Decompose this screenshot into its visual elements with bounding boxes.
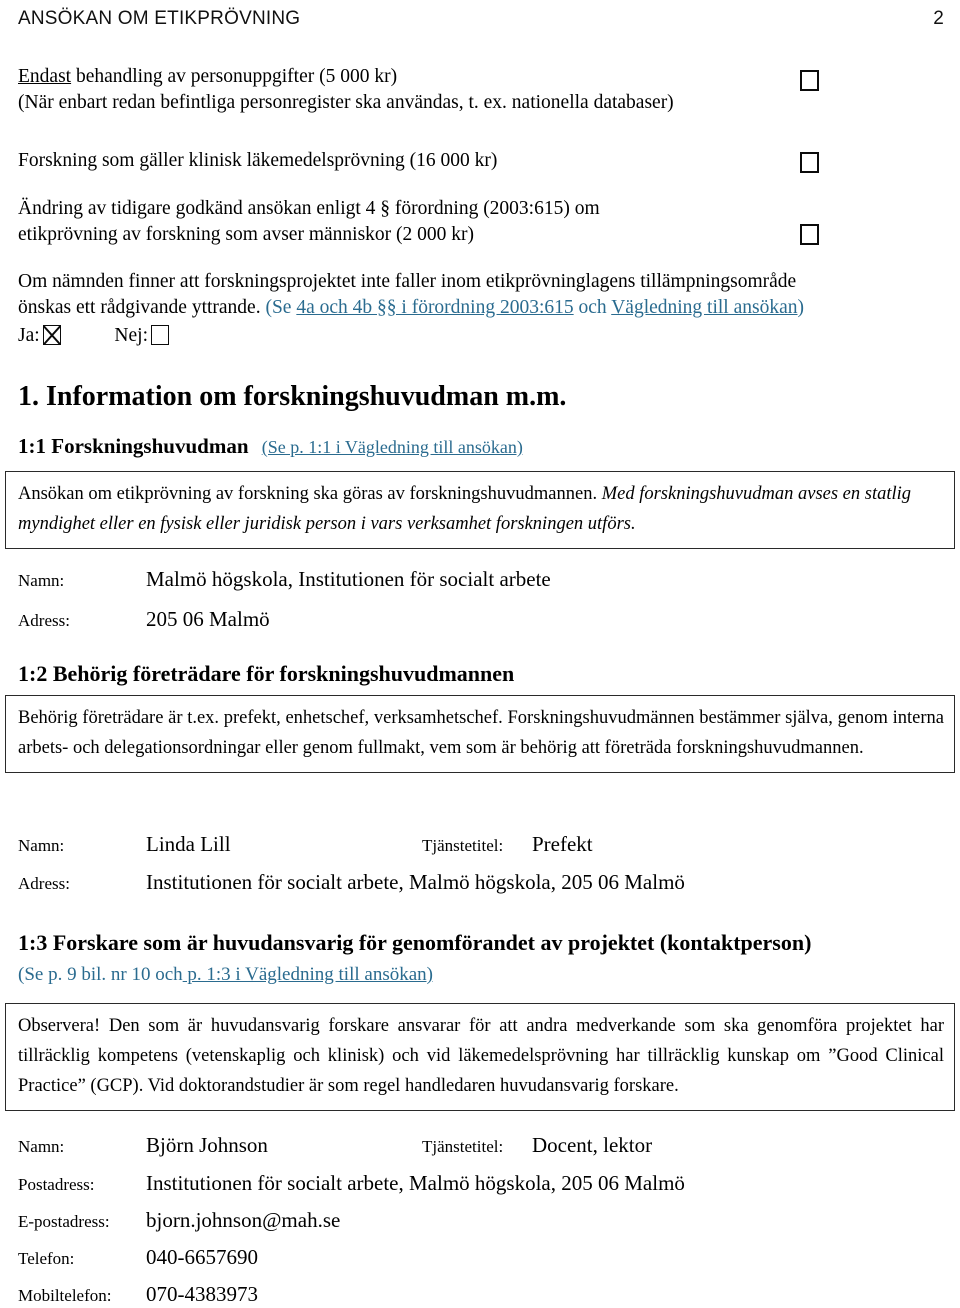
- advisory-line-2: önskas ett rådgivande yttrande. (Se 4a o…: [18, 295, 804, 321]
- section-1-3-reference-row: (Se p. 9 bil. nr 10 och p. 1:3 i Vägledn…: [18, 964, 433, 986]
- section-1-1-note-part1: Ansökan om etikprövning av forskning ska…: [18, 484, 598, 504]
- section-1-2-note: Behörig företrädare är t.ex. prefekt, en…: [18, 708, 944, 758]
- field-value-namn[interactable]: Malmö högskola, Institutionen för social…: [146, 566, 551, 592]
- field-row-huvudman-namn: Namn: Malmö högskola, Institutionen för …: [18, 566, 551, 593]
- field-value-mobiltelefon[interactable]: 070-4383973: [146, 1281, 258, 1307]
- field-row-mobiltelefon: Mobiltelefon: 070-4383973: [18, 1281, 258, 1308]
- checkbox-personuppgifter[interactable]: [800, 70, 819, 91]
- field-value-telefon[interactable]: 040-6657690: [146, 1244, 258, 1270]
- field-label-namn: Namn:: [18, 571, 65, 590]
- field-value-tjanstetitel[interactable]: Prefekt: [532, 831, 593, 857]
- field-value-namn[interactable]: Linda Lill: [146, 831, 422, 857]
- section-1-1-reference-link[interactable]: (Se p. 1:1 i Vägledning till ansökan): [262, 437, 523, 457]
- field-row-forskare-namn: Namn: Björn Johnson Tjänstetitel: Docent…: [18, 1132, 652, 1159]
- section-1-3-note-box: Observera! Den som är huvudansvarig fors…: [5, 1003, 955, 1111]
- field-row-foretradare-namn: Namn: Linda Lill Tjänstetitel: Prefekt: [18, 831, 593, 858]
- field-row-huvudman-adress: Adress: 205 06 Malmö: [18, 606, 270, 633]
- section-1-3-note: Observera! Den som är huvudansvarig fors…: [18, 1016, 944, 1096]
- advisory-yes-label: Ja:: [18, 325, 40, 346]
- field-label-telefon: Telefon:: [18, 1249, 75, 1268]
- field-row-foretradare-adress: Adress: Institutionen för socialt arbete…: [18, 869, 685, 896]
- advisory-no-label: Nej:: [114, 325, 148, 346]
- field-value-namn[interactable]: Björn Johnson: [146, 1132, 422, 1158]
- advisory-ref-close: ): [797, 297, 805, 318]
- field-label-postadress: Postadress:: [18, 1175, 95, 1194]
- field-value-adress[interactable]: 205 06 Malmö: [146, 606, 270, 632]
- advisory-line-1: Om nämnden finner att forskningsprojekte…: [18, 271, 797, 292]
- advisory-answer-row: Ja: Nej:: [18, 323, 804, 349]
- checkbox-nej[interactable]: [151, 325, 169, 345]
- field-label-tjanstetitel: Tjänstetitel:: [422, 1137, 504, 1156]
- section-1-3-reference-link[interactable]: p. 1:3 i Vägledning till ansökan): [183, 964, 433, 985]
- fee-option-personuppgifter: Endast behandling av personuppgifter (5 …: [18, 64, 674, 116]
- fee-option-subline: (När enbart redan befintliga personregis…: [18, 92, 674, 113]
- fee-option-line: Ändring av tidigare godkänd ansökan enli…: [18, 198, 600, 219]
- field-row-postadress: Postadress: Institutionen för socialt ar…: [18, 1170, 685, 1197]
- advisory-block: Om nämnden finner att forskningsprojekte…: [18, 269, 804, 349]
- field-label-namn: Namn:: [18, 836, 65, 855]
- section-1-3-heading: 1:3 Forskare som är huvudansvarig för ge…: [18, 930, 812, 955]
- document-page: ANSÖKAN OM ETIKPRÖVNING 2 Endast behandl…: [0, 0, 960, 1306]
- field-label-epostadress: E-postadress:: [18, 1212, 110, 1231]
- field-label-mobiltelefon: Mobiltelefon:: [18, 1286, 112, 1305]
- fee-option-andring: Ändring av tidigare godkänd ansökan enli…: [18, 196, 600, 248]
- field-value-tjanstetitel[interactable]: Docent, lektor: [532, 1132, 652, 1158]
- field-value-adress[interactable]: Institutionen för socialt arbete, Malmö …: [146, 869, 685, 895]
- checkbox-andring[interactable]: [800, 224, 819, 245]
- header-title: ANSÖKAN OM ETIKPRÖVNING: [18, 8, 301, 29]
- field-label-adress: Adress:: [18, 611, 70, 630]
- advisory-line-2-text: önskas ett rådgivande yttrande.: [18, 297, 261, 318]
- document-header: ANSÖKAN OM ETIKPRÖVNING 2: [18, 8, 944, 34]
- section-1-title: 1. Information om forskningshuvudman m.m…: [18, 381, 567, 412]
- fee-option-lakemedelsprovning: Forskning som gäller klinisk läkemedelsp…: [18, 148, 497, 174]
- advisory-link-vagledning[interactable]: Vägledning till ansökan: [611, 297, 797, 318]
- fee-option-underlined-word: Endast: [18, 66, 72, 87]
- field-row-epostadress: E-postadress: bjorn.johnson@mah.se: [18, 1207, 340, 1234]
- section-1-2-heading: 1:2 Behörig företrädare för forskningshu…: [18, 661, 515, 686]
- advisory-ref-mid: och: [578, 297, 607, 318]
- field-label-adress: Adress:: [18, 874, 70, 893]
- field-value-epostadress[interactable]: bjorn.johnson@mah.se: [146, 1207, 340, 1233]
- section-1-1-heading-row: 1:1 Forskningshuvudman (Se p. 1:1 i Vägl…: [18, 433, 523, 460]
- section-1-1-heading: 1:1 Forskningshuvudman: [18, 434, 249, 458]
- checkbox-lakemedelsprovning[interactable]: [800, 152, 819, 173]
- checkbox-ja[interactable]: [42, 325, 61, 345]
- field-value-postadress[interactable]: Institutionen för socialt arbete, Malmö …: [146, 1170, 685, 1196]
- section-1-2-note-box: Behörig företrädare är t.ex. prefekt, en…: [5, 695, 955, 773]
- fee-option-subline: etikprövning av forskning som avser männ…: [18, 224, 475, 245]
- fee-option-line: Endast behandling av personuppgifter (5 …: [18, 64, 674, 90]
- fee-option-text-rest: behandling av personuppgifter (5 000 kr): [71, 66, 398, 87]
- field-label-namn: Namn:: [18, 1137, 65, 1156]
- section-1-1-note-box: Ansökan om etikprövning av forskning ska…: [5, 471, 955, 549]
- field-row-telefon: Telefon: 040-6657690: [18, 1244, 258, 1271]
- page-number: 2: [933, 8, 944, 29]
- section-1-1-note: Ansökan om etikprövning av forskning ska…: [18, 479, 944, 539]
- field-label-tjanstetitel: Tjänstetitel:: [422, 836, 504, 855]
- advisory-ref-open: (Se: [265, 297, 292, 318]
- fee-option-line: Forskning som gäller klinisk läkemedelsp…: [18, 150, 498, 171]
- section-1-3-ref-plain: (Se p. 9 bil. nr 10 och: [18, 964, 183, 985]
- advisory-link-forordning[interactable]: 4a och 4b §§ i förordning 2003:615: [296, 297, 573, 318]
